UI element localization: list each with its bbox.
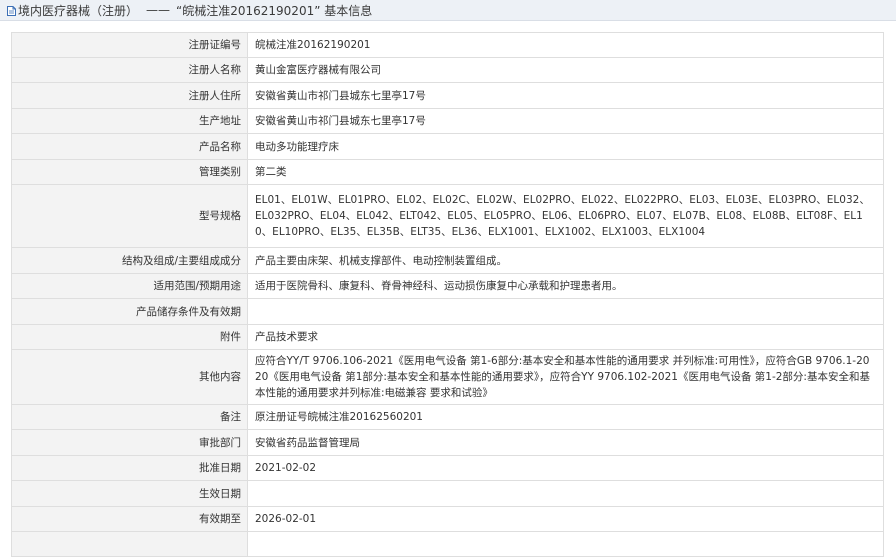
row-value: 2021-02-02 xyxy=(247,455,884,481)
row-value: 安徽省黄山市祁门县城东七里亭17号 xyxy=(247,82,884,109)
row-value xyxy=(247,531,884,557)
row-label: 生效日期 xyxy=(11,480,248,507)
row-value xyxy=(247,298,884,325)
row-label: 生产地址 xyxy=(11,108,248,134)
row-value: 第二类 xyxy=(247,159,884,185)
row-label: 产品名称 xyxy=(11,133,248,160)
table-row: 生产地址 安徽省黄山市祁门县城东七里亭17号 xyxy=(11,108,884,134)
header-separator: —— xyxy=(146,3,171,17)
table-row: 备注 原注册证号皖械注准20162560201 xyxy=(11,404,884,430)
row-label: 附件 xyxy=(11,324,248,350)
row-label: 结构及组成/主要组成成分 xyxy=(11,247,248,274)
table-row: 注册人住所 安徽省黄山市祁门县城东七里亭17号 xyxy=(11,82,884,109)
table-row: 附件 产品技术要求 xyxy=(11,324,884,350)
table-row: 注册证编号 皖械注准20162190201 xyxy=(11,32,884,58)
table-row: 管理类别 第二类 xyxy=(11,159,884,185)
info-table: 注册证编号 皖械注准20162190201 注册人名称 黄山金富医疗器械有限公司… xyxy=(11,32,884,557)
table-row: 适用范围/预期用途 适用于医院骨科、康复科、脊骨神经科、运动损伤康复中心承载和护… xyxy=(11,273,884,299)
table-row: 产品名称 电动多功能理疗床 xyxy=(11,133,884,160)
row-value: 2026-02-01 xyxy=(247,506,884,532)
table-row: 审批部门 安徽省药品监督管理局 xyxy=(11,429,884,456)
row-value: 适用于医院骨科、康复科、脊骨神经科、运动损伤康复中心承载和护理患者用。 xyxy=(247,273,884,299)
row-value: 电动多功能理疗床 xyxy=(247,133,884,160)
row-value: 安徽省药品监督管理局 xyxy=(247,429,884,456)
row-label: 备注 xyxy=(11,404,248,430)
page-header: 境内医疗器械（注册） —— “皖械注准20162190201” 基本信息 xyxy=(0,0,896,21)
row-label: 批准日期 xyxy=(11,455,248,481)
table-row: 其他内容 应符合YY/T 9706.106-2021《医用电气设备 第1-6部分… xyxy=(11,349,884,405)
table-row: 生效日期 xyxy=(11,480,884,507)
row-value: 安徽省黄山市祁门县城东七里亭17号 xyxy=(247,108,884,134)
row-value: 应符合YY/T 9706.106-2021《医用电气设备 第1-6部分:基本安全… xyxy=(247,349,884,405)
table-row: 型号规格 EL01、EL01W、EL01PRO、EL02、EL02C、EL02W… xyxy=(11,184,884,248)
row-label: 注册人名称 xyxy=(11,57,248,83)
row-label xyxy=(11,531,248,557)
row-value: 皖械注准20162190201 xyxy=(247,32,884,58)
row-label: 其他内容 xyxy=(11,349,248,405)
row-value: 黄山金富医疗器械有限公司 xyxy=(247,57,884,83)
table-row: 注册人名称 黄山金富医疗器械有限公司 xyxy=(11,57,884,83)
header-title: “皖械注准20162190201” 基本信息 xyxy=(176,3,373,18)
row-label: 型号规格 xyxy=(11,184,248,248)
row-value: 产品主要由床架、机械支撑部件、电动控制装置组成。 xyxy=(247,247,884,274)
table-row xyxy=(11,531,884,557)
table-row: 有效期至 2026-02-01 xyxy=(11,506,884,532)
row-value xyxy=(247,480,884,507)
table-row: 批准日期 2021-02-02 xyxy=(11,455,884,481)
row-label: 管理类别 xyxy=(11,159,248,185)
table-row: 产品储存条件及有效期 xyxy=(11,298,884,325)
header-category: 境内医疗器械（注册） xyxy=(18,3,139,18)
table-row: 结构及组成/主要组成成分 产品主要由床架、机械支撑部件、电动控制装置组成。 xyxy=(11,247,884,274)
row-label: 有效期至 xyxy=(11,506,248,532)
row-label: 适用范围/预期用途 xyxy=(11,273,248,299)
row-label: 注册证编号 xyxy=(11,32,248,58)
row-label: 审批部门 xyxy=(11,429,248,456)
row-value: 原注册证号皖械注准20162560201 xyxy=(247,404,884,430)
document-icon xyxy=(7,5,16,16)
row-value: EL01、EL01W、EL01PRO、EL02、EL02C、EL02W、EL02… xyxy=(247,184,884,248)
row-label: 注册人住所 xyxy=(11,82,248,109)
row-value: 产品技术要求 xyxy=(247,324,884,350)
row-label: 产品储存条件及有效期 xyxy=(11,298,248,325)
